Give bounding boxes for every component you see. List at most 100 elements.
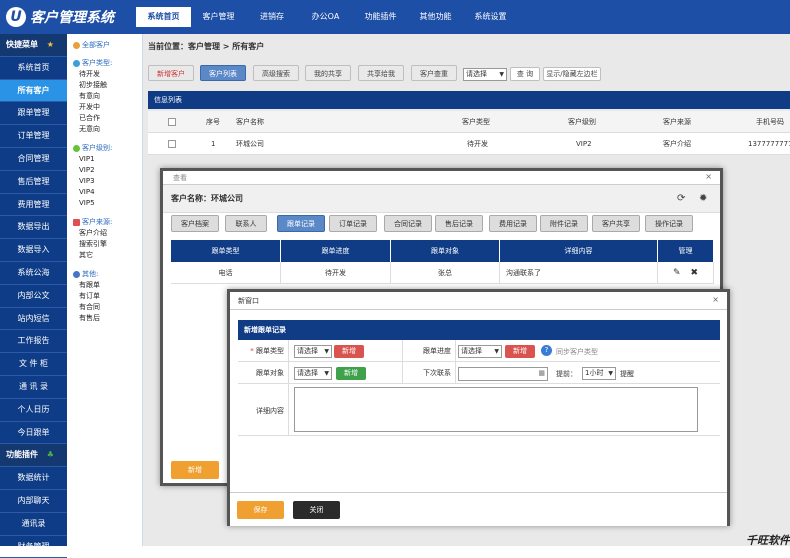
table-row[interactable]: 1 环城公司 待开发 VIP2 客户介绍 13777777777 [148,133,790,155]
tab-logs[interactable]: 操作记录 [645,215,693,232]
sidebar-item[interactable]: 跟单管理 [0,102,67,126]
nav-home[interactable]: 系统首页 [136,7,191,27]
delete-icon[interactable]: ✖ [691,268,699,278]
tree-leaf[interactable]: 开发中 [73,102,142,113]
dedupe-button[interactable]: 客户查重 [411,65,457,81]
tree-leaf[interactable]: 有订单 [73,291,142,302]
search-button[interactable]: 查 询 [510,67,540,81]
add-customer-button[interactable]: 新增客户 [148,65,194,81]
add-progress-button[interactable]: 新增 [505,345,535,358]
nav-other[interactable]: 其他功能 [408,7,463,27]
nav-plugins[interactable]: 功能插件 [353,7,408,27]
tree-leaf[interactable]: 有合同 [73,302,142,313]
sidebar-item[interactable]: 数据导出 [0,216,67,240]
gear-icon[interactable]: ✹ [699,193,707,204]
detail-textarea[interactable] [294,387,698,432]
tab-followups[interactable]: 跟单记录 [277,215,325,232]
sidebar-item[interactable]: 通 讯 录 [0,376,67,399]
sidebar-item[interactable]: 今日跟单 [0,422,67,445]
tab-attachments[interactable]: 附件记录 [540,215,588,232]
add-type-button[interactable]: 新增 [334,345,364,358]
chat-icon [73,59,80,67]
close-icon[interactable]: × [712,295,719,304]
chevron-down-icon: ▼ [494,348,499,355]
tree-leaf[interactable]: 已合作 [73,113,142,124]
sidebar-item[interactable]: 财务管理 [0,536,67,558]
add-followup-button[interactable]: 新增 [171,461,219,479]
tree-leaf[interactable]: VIP5 [73,198,142,209]
sidebar-item[interactable]: 数据导入 [0,239,67,262]
sidebar-item[interactable]: 工作报告 [0,330,67,354]
type-select[interactable]: 请选择 ▼ [294,345,332,358]
close-icon[interactable]: × [705,172,712,181]
tree-leaf[interactable]: 初步接触 [73,80,142,91]
nav-oa[interactable]: 办公OA [298,7,353,27]
breadcrumb: 当前位置：客户管理 > 所有客户 [148,42,265,51]
shared-to-me-button[interactable]: 共享给我 [358,65,404,81]
tab-profile[interactable]: 客户档案 [171,215,219,232]
refresh-icon[interactable]: ⟳ [677,193,685,204]
sidebar-item[interactable]: 订单管理 [0,125,67,148]
target-label: 跟单对象 [256,369,284,377]
calendar-icon [73,218,80,226]
target-select[interactable]: 请选择 ▼ [294,367,332,380]
tree-leaf[interactable]: 无意向 [73,124,142,135]
tab-contracts[interactable]: 合同记录 [384,215,432,232]
filter-select[interactable]: 请选择 ▼ [463,68,507,81]
sidebar-item[interactable]: 售后管理 [0,171,67,194]
sidebar-item-all-customers[interactable]: 所有客户 [0,79,67,103]
sidebar-item[interactable]: 系统首页 [0,57,67,80]
chevron-down-icon: ▼ [608,370,613,377]
nav-customers[interactable]: 客户管理 [191,7,246,27]
tab-orders[interactable]: 订单记录 [329,215,377,232]
sidebar-item[interactable]: 系统公海 [0,262,67,285]
tree-leaf[interactable]: 有意向 [73,91,142,102]
question-icon[interactable]: ? [541,345,552,356]
toggle-sidebar-button[interactable]: 显示/隐藏左边栏 [543,67,601,81]
add-target-button[interactable]: 新增 [336,367,366,380]
remind-suffix: 提醒 [620,370,634,378]
tree-leaf[interactable]: VIP3 [73,176,142,187]
sync-type-label[interactable]: 同步客户类型 [556,347,598,357]
sidebar-item[interactable]: 费用管理 [0,194,67,217]
sidebar-item[interactable]: 个人日历 [0,399,67,422]
tree-all-customers[interactable]: 全部客户 [73,40,142,50]
save-button[interactable]: 保存 [237,501,284,519]
nav-inventory[interactable]: 进销存 [246,7,298,27]
sidebar-item[interactable]: 数据统计 [0,467,67,490]
sidebar-item[interactable]: 文 件 柜 [0,353,67,376]
tree-leaf[interactable]: 搜索引擎 [73,239,142,250]
tree-group-source: 客户来源: [73,217,142,227]
tree-leaf[interactable]: 有跟单 [73,280,142,291]
tab-expenses[interactable]: 费用记录 [489,215,537,232]
nav-settings[interactable]: 系统设置 [463,7,518,27]
close-button[interactable]: 关闭 [293,501,340,519]
tab-aftersales[interactable]: 售后记录 [435,215,483,232]
tree-leaf[interactable]: VIP1 [73,154,142,165]
remind-select[interactable]: 1小时 ▼ [582,367,616,380]
sidebar-item[interactable]: 通讯录 [0,513,67,536]
tab-contacts[interactable]: 联系人 [225,215,267,232]
new-followup-dialog: 新窗口 × 新增跟单记录 * 跟单类型 请选择 ▼ 新增 跟单进度 请选择 ▼ 新增… [227,289,730,526]
tree-group-level: 客户级别: [73,143,142,153]
advanced-search-button[interactable]: 高级搜索 [253,65,299,81]
select-all-checkbox[interactable] [168,118,176,126]
my-shared-button[interactable]: 我的共享 [305,65,351,81]
edit-icon[interactable]: ✎ [673,268,681,278]
tree-leaf[interactable]: 待开发 [73,69,142,80]
sidebar-item[interactable]: 内部聊天 [0,490,67,513]
sidebar-item[interactable]: 站内短信 [0,308,67,331]
next-contact-date-input[interactable]: ▦ [458,367,548,381]
tree-leaf[interactable]: VIP4 [73,187,142,198]
tree-leaf[interactable]: 客户介绍 [73,228,142,239]
sidebar-item[interactable]: 合同管理 [0,148,67,171]
tab-sharing[interactable]: 客户共享 [592,215,640,232]
tree-leaf[interactable]: 有售后 [73,313,142,324]
row-checkbox[interactable] [168,140,176,148]
tree-leaf[interactable]: 其它 [73,250,142,261]
sidebar-item[interactable]: 内部公文 [0,285,67,308]
customer-list-button[interactable]: 客户列表 [200,65,246,81]
progress-select[interactable]: 请选择 ▼ [458,345,502,358]
cell-type: 待开发 [467,140,488,148]
tree-leaf[interactable]: VIP2 [73,165,142,176]
